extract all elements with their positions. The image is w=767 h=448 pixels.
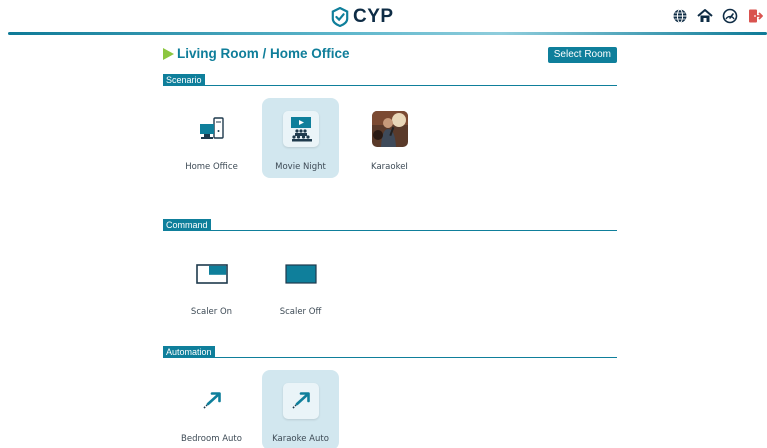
tile-label: Karaoke Auto [272, 434, 329, 444]
karaoke-photo [371, 111, 408, 147]
scenario-tile-karaoke[interactable]: KaraokeI [351, 98, 428, 178]
tile-label: Bedroom Auto [181, 434, 242, 444]
tile-label: Scaler On [190, 307, 233, 317]
command-tile-scaler-off[interactable]: Scaler Off [262, 243, 339, 323]
select-room-button[interactable]: Select Room [547, 47, 617, 63]
globe-icon[interactable] [672, 8, 688, 24]
gauge-icon[interactable] [722, 8, 738, 24]
desktop-computer-icon [194, 111, 230, 147]
section-automation-header: Automation [163, 346, 617, 358]
page-title: Living Room / Home Office [177, 46, 350, 61]
cinema-audience-icon [282, 111, 319, 147]
brand-name: CYP [353, 6, 394, 27]
tile-label: KaraokeI [371, 162, 408, 172]
header-actions [672, 8, 763, 24]
automation-tile-karaoke-auto[interactable]: Karaoke Auto [262, 370, 339, 448]
room-title-bar: Living Room / Home Office Select Room [163, 46, 617, 64]
scaler-off-icon [283, 256, 319, 292]
logout-icon[interactable] [747, 8, 763, 24]
section-label: Scenario [163, 74, 205, 86]
scenario-tile-movie-night[interactable]: Movie Night [262, 98, 339, 178]
section-label: Automation [163, 346, 215, 358]
header-divider [8, 32, 767, 35]
scenario-tile-home-office[interactable]: Home Office [173, 98, 250, 178]
tile-label: Home Office [185, 162, 238, 172]
tile-label: Movie Night [275, 162, 326, 172]
home-icon[interactable] [697, 8, 713, 24]
command-tile-scaler-on[interactable]: Scaler On [173, 243, 250, 323]
scaler-on-icon [194, 256, 230, 292]
section-label: Command [163, 219, 211, 231]
brand-logo[interactable]: CYP [331, 5, 394, 29]
section-command-header: Command [163, 219, 617, 231]
automation-arrow-icon [194, 383, 230, 419]
automation-arrow-icon [282, 383, 319, 419]
automation-tile-bedroom-auto[interactable]: Bedroom Auto [173, 370, 250, 448]
play-arrow-icon [163, 48, 174, 60]
top-header: CYP [0, 0, 767, 36]
cyp-logo-icon [331, 7, 349, 27]
tile-label: Scaler Off [279, 307, 322, 317]
section-scenario-header: Scenario [163, 74, 617, 86]
